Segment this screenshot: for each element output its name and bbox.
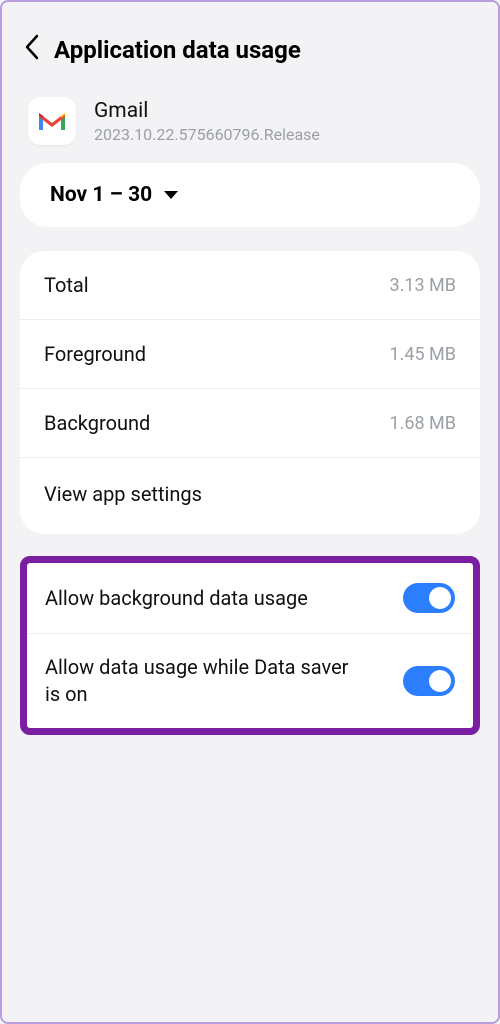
chevron-down-icon <box>164 191 178 199</box>
date-range-card: Nov 1 – 30 <box>20 163 480 227</box>
date-range-label: Nov 1 – 30 <box>50 183 152 207</box>
stat-total-row: Total 3.13 MB <box>20 251 480 320</box>
stat-total-label: Total <box>44 273 89 297</box>
date-range-picker[interactable]: Nov 1 – 30 <box>50 183 450 207</box>
stats-card: Total 3.13 MB Foreground 1.45 MB Backgro… <box>20 251 480 534</box>
app-name: Gmail <box>94 99 320 123</box>
stat-background-label: Background <box>44 411 150 435</box>
stat-foreground-row: Foreground 1.45 MB <box>20 320 480 389</box>
stat-foreground-value: 1.45 MB <box>390 344 457 365</box>
header: Application data usage <box>20 20 480 93</box>
view-app-settings[interactable]: View app settings <box>20 458 480 534</box>
app-version: 2023.10.22.575660796.Release <box>94 125 320 144</box>
stat-foreground-label: Foreground <box>44 342 146 366</box>
toggle-data-saver-switch[interactable] <box>403 666 455 696</box>
toggle-bg-data-row: Allow background data usage <box>27 563 473 634</box>
toggles-highlight-box: Allow background data usage Allow data u… <box>20 556 480 735</box>
toggle-data-saver-label: Allow data usage while Data saver is on <box>45 654 365 708</box>
app-info: Gmail 2023.10.22.575660796.Release <box>20 93 480 163</box>
page-title: Application data usage <box>54 36 301 64</box>
toggle-bg-data-switch[interactable] <box>403 583 455 613</box>
stat-background-row: Background 1.68 MB <box>20 389 480 458</box>
toggle-data-saver-row: Allow data usage while Data saver is on <box>27 634 473 728</box>
gmail-icon <box>28 97 76 145</box>
stat-background-value: 1.68 MB <box>390 413 457 434</box>
toggle-bg-data-label: Allow background data usage <box>45 585 308 612</box>
back-icon[interactable] <box>24 34 40 65</box>
stat-total-value: 3.13 MB <box>390 275 457 296</box>
